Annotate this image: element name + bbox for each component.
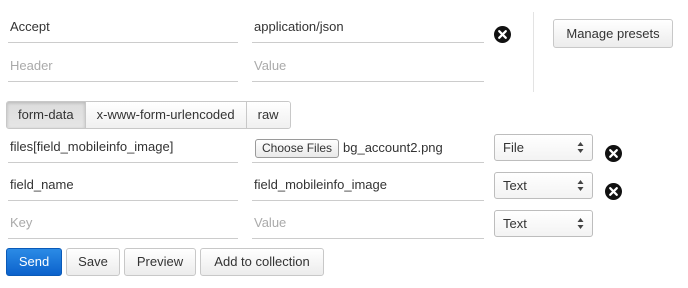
new-header-key-input[interactable]: Header	[8, 52, 238, 82]
header-value-field[interactable]: application/json	[252, 13, 484, 43]
remove-header-close-icon[interactable]	[494, 26, 511, 43]
form-value-field[interactable]: field_mobileinfo_image	[252, 171, 484, 201]
remove-form-row-close-icon[interactable]	[605, 145, 622, 162]
send-button[interactable]: Send	[6, 248, 62, 276]
presets-divider	[533, 12, 534, 92]
new-form-value-input[interactable]: Value	[252, 209, 484, 239]
save-button[interactable]: Save	[66, 248, 120, 276]
form-type-value: Text	[503, 178, 527, 193]
form-type-select[interactable]: File	[494, 134, 593, 161]
select-arrows-icon	[577, 142, 584, 153]
new-form-key-input[interactable]: Key	[8, 209, 238, 239]
tab-raw[interactable]: raw	[246, 102, 290, 128]
select-arrows-icon	[577, 218, 584, 229]
form-type-select[interactable]: Text	[494, 172, 593, 199]
remove-form-row-close-icon[interactable]	[605, 183, 622, 200]
manage-presets-button[interactable]: Manage presets	[553, 19, 673, 48]
new-header-value-input[interactable]: Value	[252, 52, 484, 82]
form-type-select[interactable]: Text	[494, 210, 593, 237]
form-type-value: File	[503, 140, 524, 155]
choose-files-button[interactable]: Choose Files	[255, 139, 340, 158]
form-key-field[interactable]: files[field_mobileinfo_image]	[8, 133, 238, 163]
header-key-field[interactable]: Accept	[8, 13, 238, 43]
add-to-collection-button[interactable]: Add to collection	[200, 248, 324, 276]
select-arrows-icon	[577, 180, 584, 191]
tab-x-www-form-urlencoded[interactable]: x-www-form-urlencoded	[85, 102, 247, 128]
selected-file-name: bg_account2.png	[343, 140, 443, 155]
tab-form-data[interactable]: form-data	[7, 102, 86, 128]
preview-button[interactable]: Preview	[124, 248, 196, 276]
form-key-field[interactable]: field_name	[8, 171, 238, 201]
body-mode-tabs: form-data x-www-form-urlencoded raw	[6, 101, 291, 129]
form-type-value: Text	[503, 216, 527, 231]
